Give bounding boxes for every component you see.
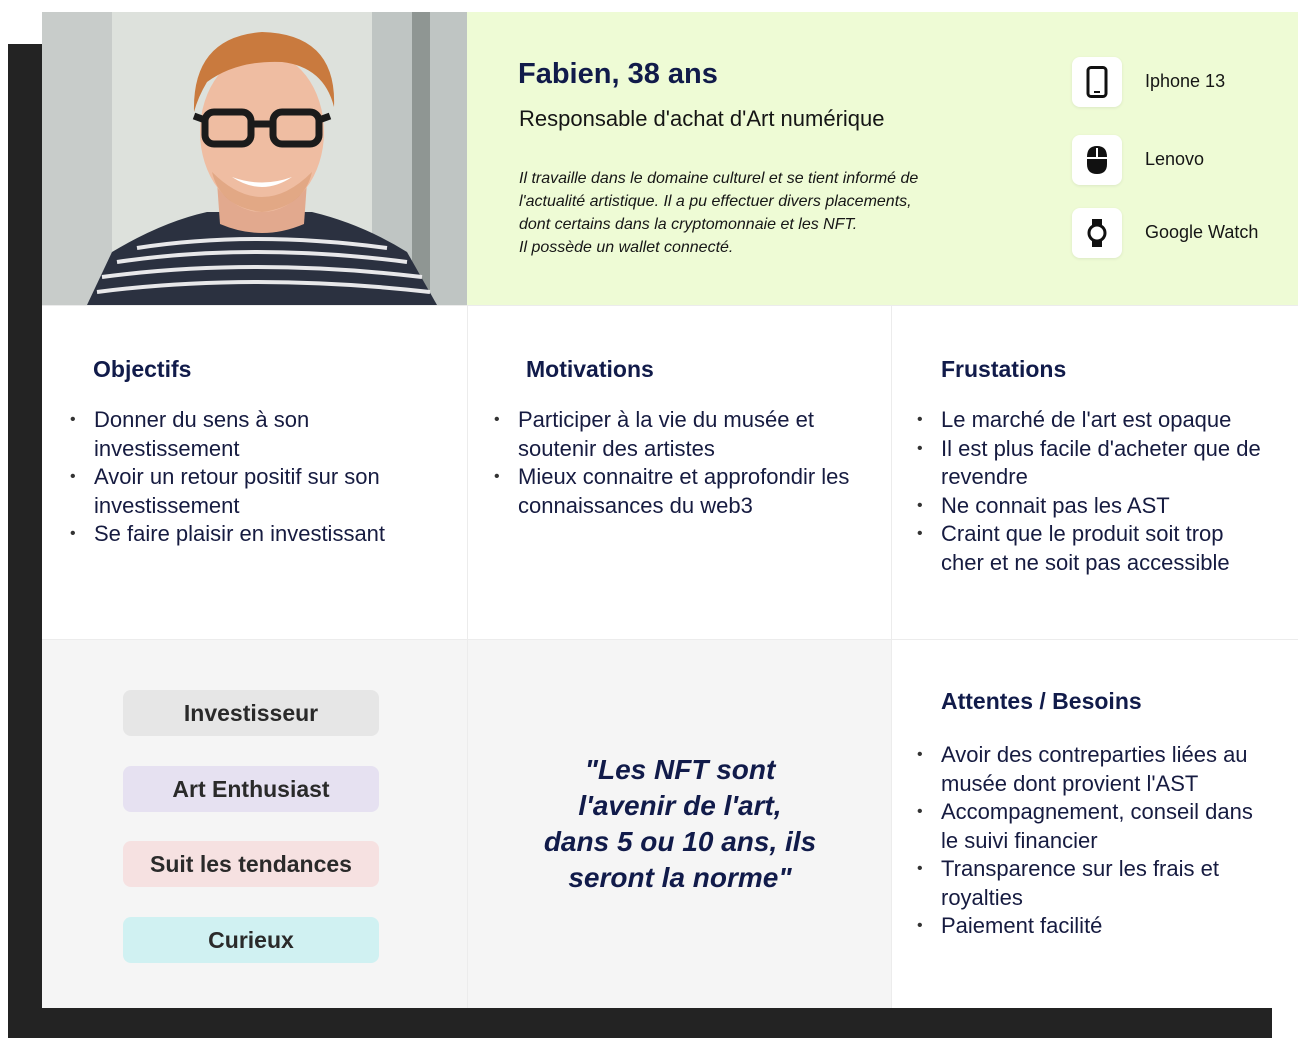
list-item: Avoir un retour positif sur son investis… — [70, 463, 434, 520]
list-item: Craint que le produit soit trop cher et … — [917, 520, 1271, 577]
persona-photo — [42, 12, 467, 305]
persona-description: Il travaille dans le domaine culturel et… — [519, 167, 1019, 259]
device-label: Lenovo — [1145, 149, 1205, 169]
quote-line: l'avenir de l'art, — [578, 790, 782, 821]
tag-suit-les-tendances: Suit les tendances — [123, 841, 379, 887]
quote-line: seront la norme" — [568, 862, 792, 893]
persona-intro: Fabien, 38 ans Responsable d'achat d'Art… — [467, 12, 1298, 305]
quote-section: "Les NFT sont l'avenir de l'art, dans 5 … — [467, 639, 891, 1008]
tag-investisseur: Investisseur — [123, 690, 379, 736]
motivations-list: Participer à la vie du musée et soutenir… — [494, 406, 858, 520]
attentes-list: Avoir des contreparties liées au musée d… — [917, 741, 1271, 941]
list-item: Le marché de l'art est opaque — [917, 406, 1271, 435]
smartphone-icon — [1072, 57, 1122, 107]
objectifs-section: Objectifs Donner du sens à son investiss… — [42, 305, 467, 639]
persona-role: Responsable d'achat d'Art numérique — [519, 106, 885, 131]
persona-quote: "Les NFT sont l'avenir de l'art, dans 5 … — [468, 752, 892, 896]
motivations-section: Motivations Participer à la vie du musée… — [467, 305, 891, 639]
objectifs-heading: Objectifs — [93, 356, 192, 382]
frustrations-section: Frustations Le marché de l'art est opaqu… — [891, 305, 1298, 639]
attentes-section: Attentes / Besoins Avoir des contreparti… — [891, 639, 1298, 1008]
description-line: Il travaille dans le domaine culturel et… — [519, 170, 919, 187]
tag-art-enthusiast: Art Enthusiast — [123, 766, 379, 812]
persona-name: Fabien, 38 ans — [518, 58, 718, 90]
objectifs-list: Donner du sens à son investissement Avoi… — [70, 406, 434, 549]
portrait-illustration — [42, 12, 467, 305]
device-label: Iphone 13 — [1145, 71, 1226, 91]
quote-line: dans 5 ou 10 ans, ils — [543, 826, 817, 857]
frustrations-heading: Frustations — [941, 356, 1067, 382]
description-line: l'actualité artistique. Il a pu effectue… — [519, 193, 912, 210]
list-item: Ne connait pas les AST — [917, 492, 1271, 521]
list-item: Avoir des contreparties liées au musée d… — [917, 741, 1271, 798]
description-line: Il possède un wallet connecté. — [519, 239, 734, 256]
motivations-heading: Motivations — [526, 356, 654, 382]
list-item: Paiement facilité — [917, 912, 1271, 941]
device-label: Google Watch — [1145, 222, 1259, 242]
description-line: dont certains dans la cryptomonnaie et l… — [519, 216, 858, 233]
attentes-heading: Attentes / Besoins — [941, 688, 1142, 714]
list-item: Donner du sens à son investissement — [70, 406, 434, 463]
quote-line: "Les NFT sont — [584, 754, 776, 785]
list-item: Accompagnement, conseil dans le suivi fi… — [917, 798, 1271, 855]
list-item: Mieux connaitre et approfondir les conna… — [494, 463, 858, 520]
frustrations-list: Le marché de l'art est opaque Il est plu… — [917, 406, 1271, 577]
list-item: Il est plus facile d'acheter que de reve… — [917, 435, 1271, 492]
list-item: Se faire plaisir en investissant — [70, 520, 434, 549]
list-item: Transparence sur les frais et royalties — [917, 855, 1271, 912]
list-item: Participer à la vie du musée et soutenir… — [494, 406, 858, 463]
traits-section: Investisseur Art Enthusiast Suit les ten… — [42, 639, 467, 1008]
mouse-icon — [1072, 135, 1122, 185]
persona-card: Fabien, 38 ans Responsable d'achat d'Art… — [42, 12, 1298, 1008]
tag-curieux: Curieux — [123, 917, 379, 963]
smartwatch-icon — [1072, 208, 1122, 258]
